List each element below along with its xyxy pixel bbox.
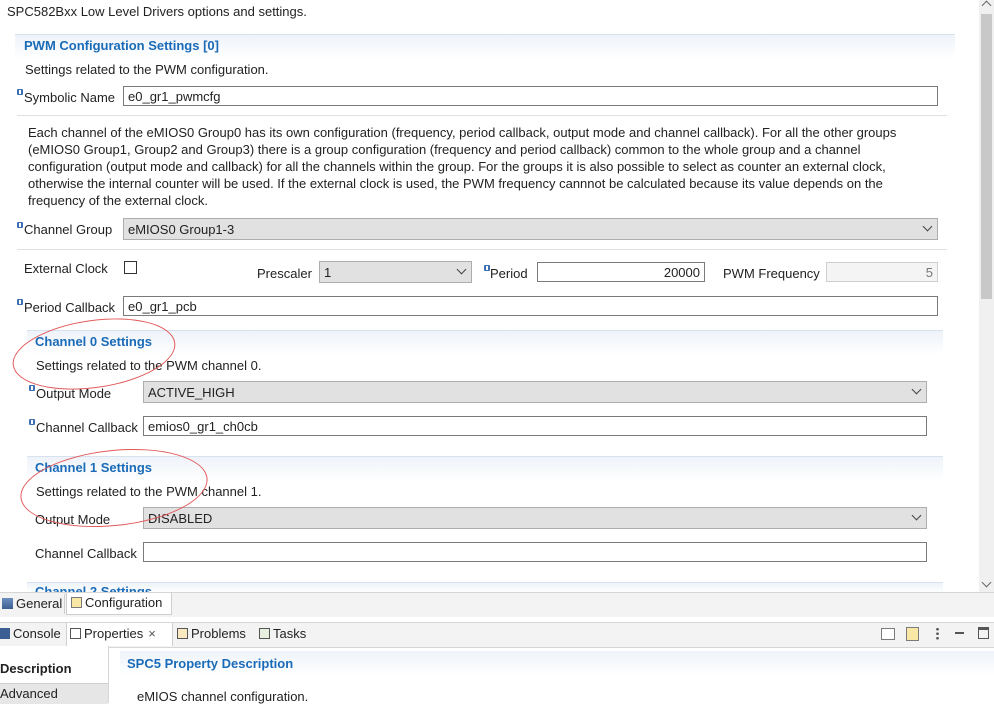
chevron-down-icon	[922, 221, 933, 232]
channel2-section-title[interactable]: Channel 2 Settings	[35, 584, 152, 592]
channel-group-select[interactable]: eMIOS0 Group1-3	[123, 218, 938, 240]
configuration-icon	[71, 597, 82, 608]
properties-icon	[70, 628, 81, 639]
divider	[17, 115, 947, 116]
tab-problems[interactable]: Problems	[177, 626, 246, 641]
scrollbar-thumb[interactable]	[981, 14, 992, 299]
view-menu-icon[interactable]	[936, 627, 939, 640]
pwm-description: Each channel of the eMIOS0 Group0 has it…	[28, 125, 897, 208]
symbolic-name-label: Symbolic Name	[24, 90, 116, 105]
tab-general-label: General	[16, 596, 63, 611]
period-input[interactable]: 20000	[537, 262, 705, 282]
channel0-output-mode-select[interactable]: ACTIVE_HIGH	[143, 381, 927, 403]
pwm-frequency-label: PWM Frequency	[723, 266, 820, 281]
channel-group-value: eMIOS0 Group1-3	[128, 222, 235, 237]
tab-configuration-label: Configuration	[85, 595, 163, 610]
period-label: Period	[490, 266, 528, 281]
general-icon	[2, 598, 13, 609]
tab-console-label: Console	[13, 626, 61, 641]
console-icon	[0, 628, 10, 639]
pwm-frequency-field: 5	[826, 262, 938, 282]
channel1-output-mode-select[interactable]: DISABLED	[143, 507, 927, 529]
channel0-callback-label: Channel Callback	[36, 420, 138, 435]
external-clock-checkbox[interactable]	[124, 261, 137, 274]
info-icon	[29, 419, 35, 425]
tab-problems-label: Problems	[191, 626, 246, 641]
side-tab-advanced[interactable]: Advanced	[0, 686, 58, 701]
side-tab-description[interactable]: Description	[0, 661, 72, 676]
symbolic-name-input[interactable]: e0_gr1_pwmcfg	[123, 86, 938, 106]
page-header: SPC582Bxx Low Level Drivers options and …	[7, 4, 307, 19]
problems-icon	[177, 628, 188, 639]
divider	[17, 249, 947, 250]
tab-configuration[interactable]: Configuration	[66, 593, 172, 615]
prescaler-label: Prescaler	[257, 266, 312, 281]
pwm-section-title[interactable]: PWM Configuration Settings [0]	[24, 38, 219, 53]
maximize-icon[interactable]	[978, 627, 989, 639]
scroll-down-icon[interactable]	[981, 577, 992, 588]
properties-title: SPC5 Property Description	[127, 656, 294, 671]
channel-group-label: Channel Group	[24, 222, 113, 237]
tab-general[interactable]: General	[0, 594, 65, 614]
properties-divider	[108, 646, 109, 703]
vertical-scrollbar[interactable]	[979, 0, 994, 592]
tasks-icon	[259, 628, 270, 639]
pin-view-icon[interactable]	[881, 628, 895, 640]
channel0-output-mode-value: ACTIVE_HIGH	[148, 385, 235, 400]
new-view-icon[interactable]	[906, 627, 919, 641]
info-icon	[29, 385, 35, 391]
chevron-down-icon	[911, 510, 922, 521]
info-icon	[17, 299, 23, 305]
period-callback-input[interactable]: e0_gr1_pcb	[123, 296, 938, 316]
prescaler-select[interactable]: 1	[319, 261, 472, 283]
external-clock-label: External Clock	[24, 261, 108, 276]
tab-console[interactable]: Console	[0, 626, 61, 641]
channel0-callback-input[interactable]: emios0_gr1_ch0cb	[143, 416, 927, 436]
chevron-down-icon	[911, 384, 922, 395]
channel1-callback-label: Channel Callback	[35, 546, 137, 561]
info-icon	[17, 89, 23, 95]
tab-properties[interactable]: Properties ×	[66, 623, 173, 646]
tab-tasks[interactable]: Tasks	[259, 626, 306, 641]
minimize-icon[interactable]	[955, 632, 964, 634]
channel2-clip: Channel 2 Settings	[35, 584, 235, 592]
chevron-down-icon	[456, 264, 467, 275]
prescaler-value: 1	[324, 265, 332, 280]
info-icon	[17, 222, 23, 228]
tab-tasks-label: Tasks	[273, 626, 307, 641]
pwm-section-subtitle: Settings related to the PWM configuratio…	[25, 62, 269, 77]
properties-text: eMIOS channel configuration.	[137, 689, 309, 704]
channel1-callback-input[interactable]	[143, 542, 927, 562]
scroll-up-icon[interactable]	[981, 0, 992, 11]
period-callback-label: Period Callback	[24, 300, 116, 315]
close-icon[interactable]: ×	[148, 626, 156, 641]
tab-properties-label: Properties	[84, 626, 144, 641]
